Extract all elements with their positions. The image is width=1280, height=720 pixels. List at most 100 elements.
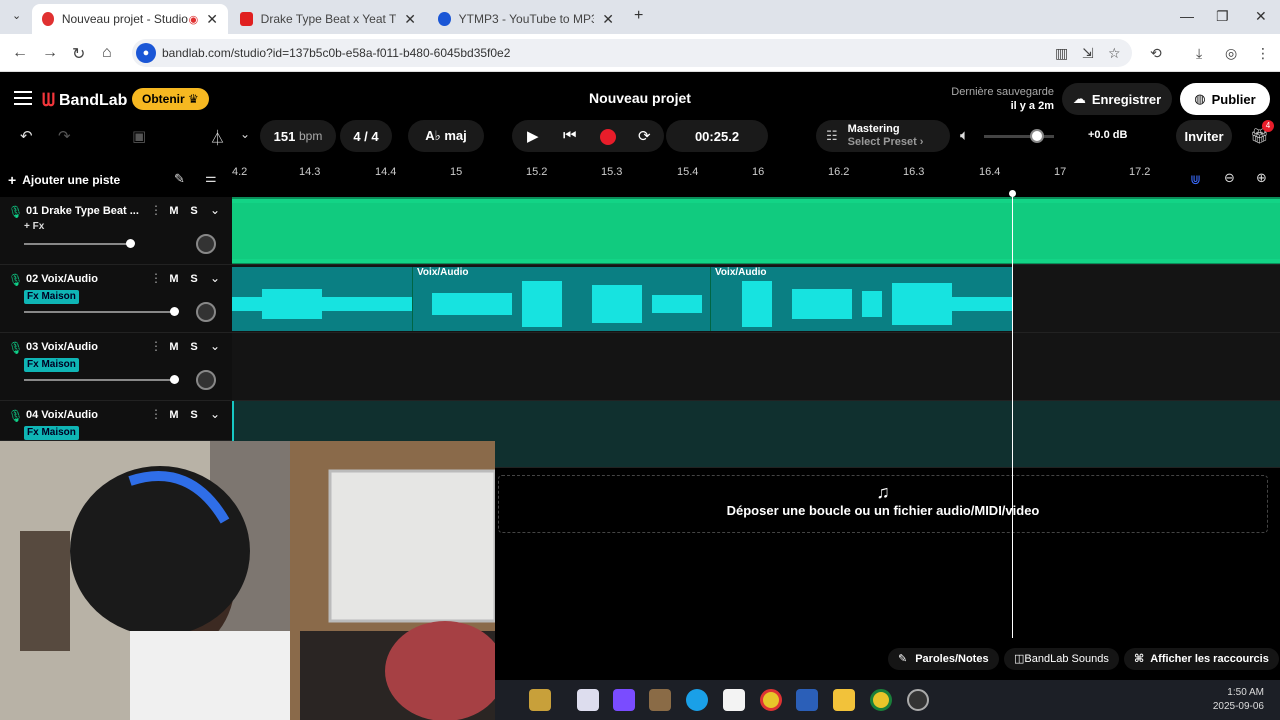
bandlab-logo[interactable]: ᗯ BandLab <box>42 90 127 111</box>
close-window-icon[interactable]: ✕ <box>1255 8 1267 25</box>
tab-ytmp3[interactable]: YTMP3 - YouTube to MP3 Conv ✕ <box>428 4 624 34</box>
close-tab-icon[interactable]: ✕ <box>206 11 218 28</box>
track-lane-01[interactable] <box>232 197 1280 265</box>
volume-handle[interactable] <box>170 375 179 384</box>
zoom-in-icon[interactable]: ⊕ <box>1256 170 1267 186</box>
play-icon[interactable]: ▶ <box>527 127 539 145</box>
store-icon[interactable] <box>723 689 745 711</box>
app-photos-icon[interactable] <box>649 689 671 711</box>
new-tab-icon[interactable]: + <box>634 7 643 25</box>
copilot-icon[interactable] <box>613 689 635 711</box>
mastering-button[interactable]: ☷ Mastering Select Preset › <box>816 120 950 152</box>
task-view-icon[interactable] <box>577 689 599 711</box>
minimize-icon[interactable]: — <box>1180 8 1194 24</box>
drop-zone[interactable]: ♫ Déposer une boucle ou un fichier audio… <box>498 475 1268 533</box>
track-name[interactable]: 02 Voix/Audio <box>26 273 146 285</box>
solo-button[interactable]: S <box>185 203 203 219</box>
track-name[interactable]: 03 Voix/Audio <box>26 341 146 353</box>
track-options-icon[interactable]: ⋮ <box>150 407 162 421</box>
track-options-icon[interactable]: ⋮ <box>150 339 162 353</box>
metronome-dropdown-icon[interactable]: ⌄ <box>240 127 250 141</box>
download-icon[interactable]: ⤓ <box>1196 45 1202 62</box>
record-icon[interactable] <box>600 129 616 145</box>
volume-handle[interactable] <box>126 239 135 248</box>
expand-track-icon[interactable]: ⌄ <box>210 203 220 217</box>
reload-icon[interactable]: ↻ <box>72 44 85 64</box>
track-volume-slider[interactable] <box>24 239 135 248</box>
tab-studio[interactable]: Nouveau projet - Studio ◉ ✕ <box>32 4 228 34</box>
file-explorer-icon[interactable] <box>833 689 855 711</box>
snap-magnet-icon[interactable]: ⋓ <box>1190 172 1204 187</box>
mute-button[interactable]: M <box>165 203 183 219</box>
playhead[interactable] <box>1012 193 1013 638</box>
reader-icon[interactable]: ▥ <box>1055 45 1068 62</box>
track-options-icon[interactable]: ⋮ <box>150 203 162 217</box>
expand-track-icon[interactable]: ⌄ <box>210 271 220 285</box>
track-lane-03[interactable] <box>232 333 1280 401</box>
close-tab-icon[interactable]: ✕ <box>404 11 416 28</box>
history-icon[interactable]: ⟲ <box>1150 45 1162 62</box>
system-clock[interactable]: 1:50 AM 2025-09-06 <box>1213 686 1264 714</box>
volume-handle[interactable] <box>170 307 179 316</box>
track-header-02[interactable]: 🎙︎ 02 Voix/Audio ⋮ M S ⌄ Fx Maison <box>0 265 232 333</box>
track-header-01[interactable]: 🎙︎ 01 Drake Type Beat ... ⋮ M S ⌄ + Fx <box>0 197 232 265</box>
project-title[interactable]: Nouveau projet <box>540 90 740 106</box>
save-button[interactable]: ☁ Enregistrer <box>1062 83 1172 115</box>
solo-button[interactable]: S <box>185 407 203 423</box>
install-icon[interactable]: ⇲ <box>1082 45 1094 62</box>
automation-icon[interactable]: ✎ <box>174 171 185 187</box>
solo-button[interactable]: S <box>185 339 203 355</box>
track-volume-slider[interactable] <box>24 375 179 384</box>
url-field[interactable]: ● bandlab.com/studio?id=137b5c0b-e58a-f0… <box>132 39 1132 67</box>
track-header-03[interactable]: 🎙︎ 03 Voix/Audio ⋮ M S ⌄ Fx Maison <box>0 333 232 401</box>
word-icon[interactable] <box>796 689 818 711</box>
volume-handle[interactable] <box>1030 129 1044 143</box>
solo-button[interactable]: S <box>185 271 203 287</box>
widgets-icon[interactable] <box>529 689 551 711</box>
fx-preset-tag[interactable]: Fx Maison <box>24 358 79 372</box>
mute-button[interactable]: M <box>165 407 183 423</box>
chrome-active-icon[interactable] <box>870 689 892 711</box>
menu-dots-icon[interactable]: ⋮ <box>1256 45 1270 62</box>
chrome-icon[interactable] <box>760 689 782 711</box>
timeline-ruler[interactable]: 4.2 14.3 14.4 15 15.2 15.3 15.4 16 16.2 … <box>232 162 1280 194</box>
tab-youtube[interactable]: Drake Type Beat x Yeat Type Be ✕ <box>230 4 426 34</box>
pan-knob[interactable] <box>196 302 216 322</box>
lyrics-notes-button[interactable]: ✎ Paroles/Notes <box>888 648 999 670</box>
expand-track-icon[interactable]: ⌄ <box>210 339 220 353</box>
home-icon[interactable]: ⌂ <box>102 44 112 62</box>
add-fx-button[interactable]: + Fx <box>24 221 44 232</box>
track-lane-02[interactable]: Voix/Audio Voix/Audio <box>232 265 1280 333</box>
shortcuts-button[interactable]: ⌘ Afficher les raccourcis <box>1124 648 1279 670</box>
track-settings-icon[interactable]: ⚌ <box>205 170 217 186</box>
edge-icon[interactable] <box>686 689 708 711</box>
time-signature-field[interactable]: 4 / 4 <box>340 120 392 152</box>
bandlab-sounds-button[interactable]: ◫BandLab Sounds <box>1004 648 1119 670</box>
add-track-button[interactable]: + Ajouter une piste <box>8 168 120 192</box>
pan-knob[interactable] <box>196 370 216 390</box>
obtain-button[interactable]: Obtenir ♛ <box>132 88 209 110</box>
bookmark-star-icon[interactable]: ☆ <box>1108 45 1121 62</box>
track-options-icon[interactable]: ⋮ <box>150 271 162 285</box>
invite-button[interactable]: Inviter <box>1176 120 1232 152</box>
restore-icon[interactable]: ❐ <box>1216 8 1229 25</box>
mute-button[interactable]: M <box>165 339 183 355</box>
back-icon[interactable]: ← <box>12 44 28 62</box>
track-name[interactable]: 04 Voix/Audio <box>26 409 146 421</box>
mute-button[interactable]: M <box>165 271 183 287</box>
speaker-icon[interactable]: 🔈︎ <box>960 127 969 144</box>
skip-back-icon[interactable]: ⏮ <box>563 127 577 144</box>
tab-list-icon[interactable]: ⌄ <box>12 9 21 22</box>
loop-icon[interactable]: ⟳ <box>638 127 651 145</box>
zoom-out-icon[interactable]: ⊖ <box>1224 170 1235 186</box>
close-tab-icon[interactable]: ✕ <box>602 11 614 28</box>
metronome-icon[interactable]: ⏃ <box>210 127 225 148</box>
undo-icon[interactable]: ↶ <box>20 127 33 145</box>
forward-icon[interactable]: → <box>42 44 58 62</box>
master-volume-slider[interactable] <box>984 129 1054 143</box>
fx-preset-tag[interactable]: Fx Maison <box>24 426 79 440</box>
profile-icon[interactable]: ◎ <box>1225 45 1237 62</box>
hamburger-menu-icon[interactable] <box>14 91 32 105</box>
fx-preset-tag[interactable]: Fx Maison <box>24 290 79 304</box>
key-field[interactable]: A♭ maj <box>408 120 484 152</box>
